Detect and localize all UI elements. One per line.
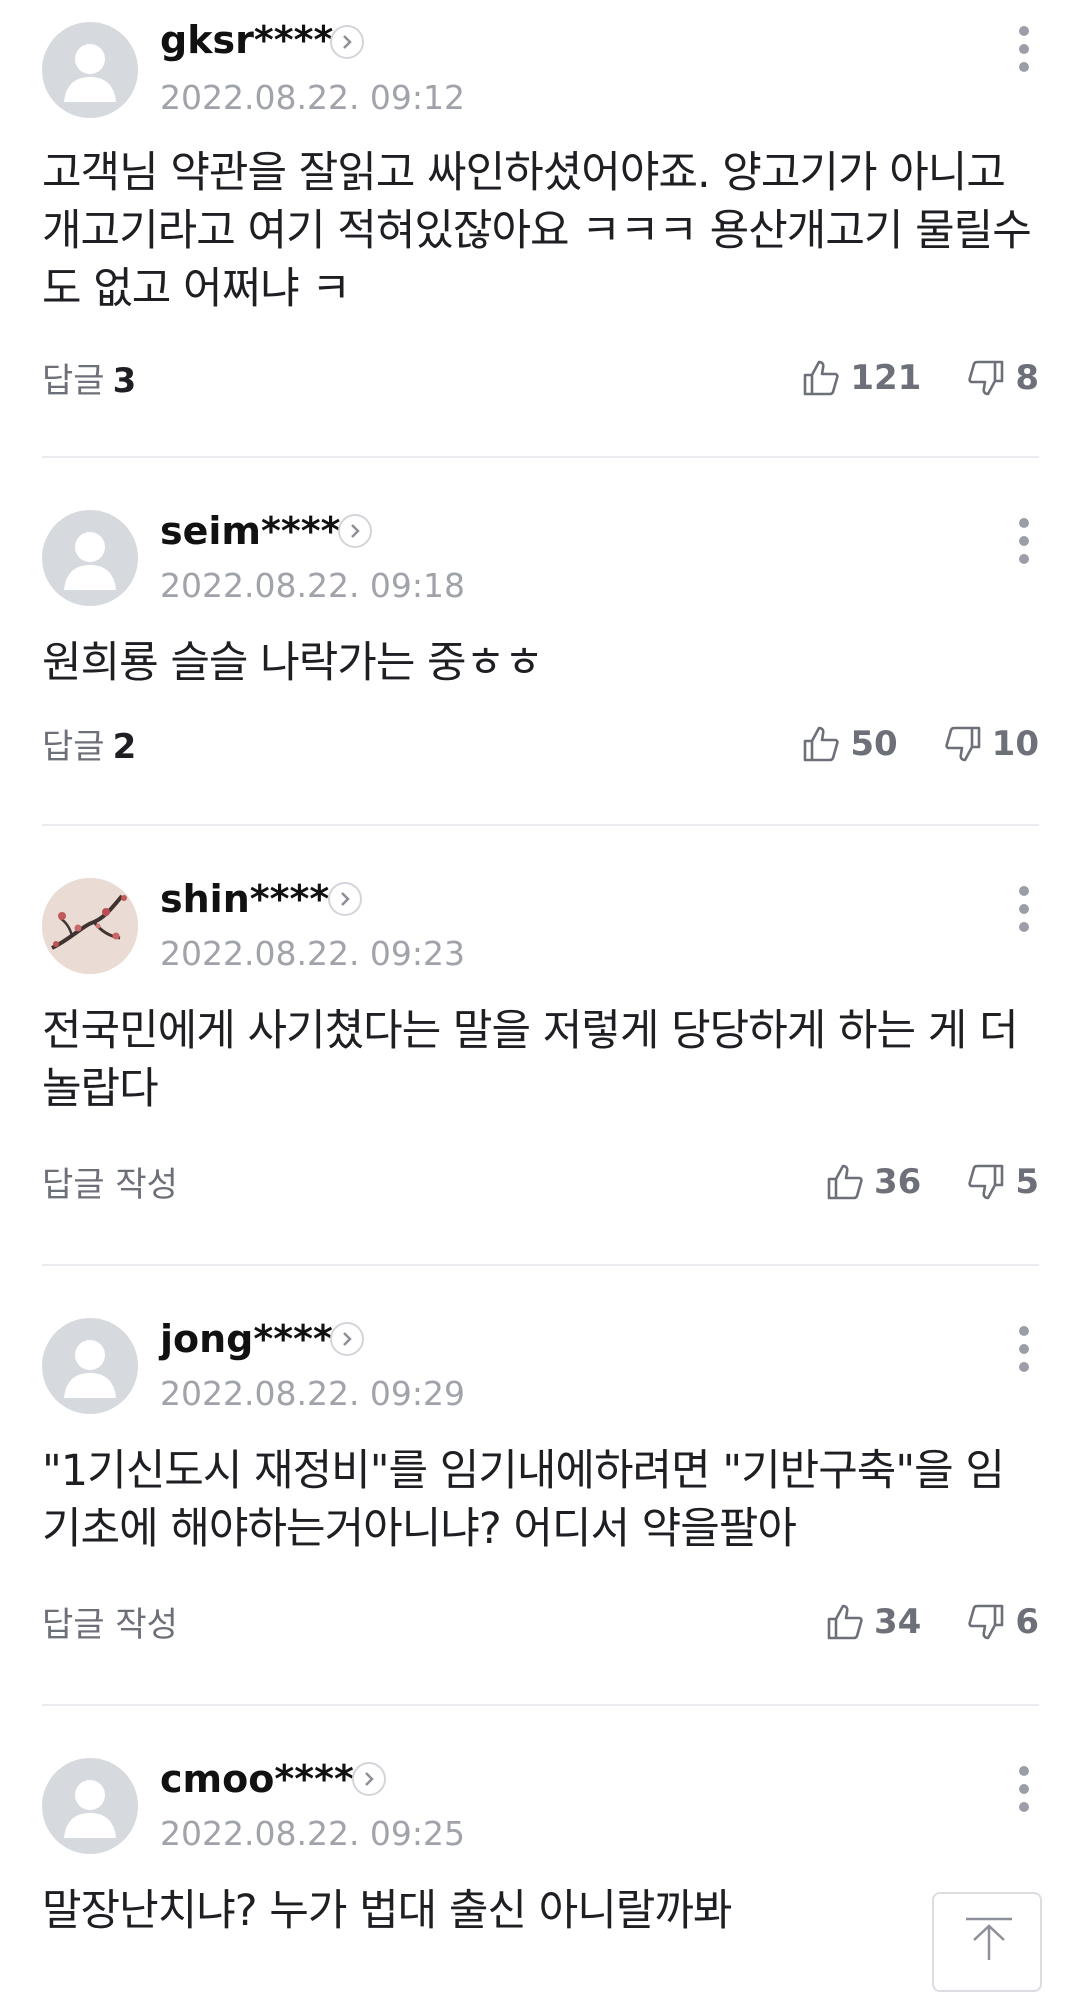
nickname[interactable]: shin**** [160, 876, 329, 922]
nickname[interactable]: seim**** [160, 508, 341, 554]
comment-item: gksr**** 2022.08.22. 09:12 고객님 약관을 잘읽고 싸… [42, 0, 1039, 458]
like-button[interactable]: 50 [802, 724, 898, 764]
comment-text: 전국민에게 사기쳤다는 말을 저렇게 당당하게 하는 게 더 놀랍다 [42, 1006, 1019, 1114]
avatar[interactable] [42, 1318, 138, 1414]
comment-item: seim**** 2022.08.22. 09:18 원희룡 슬슬 나락가는 중… [42, 458, 1039, 826]
thumbs-up-icon [827, 1604, 863, 1640]
profile-arrow-icon[interactable] [328, 882, 362, 916]
more-options-icon[interactable] [1009, 1326, 1039, 1376]
dislike-count: 6 [1015, 1602, 1039, 1642]
thumbs-up-icon [804, 726, 840, 762]
avatar[interactable] [42, 1758, 138, 1854]
reply-label: 답글 작성 [42, 1165, 178, 1205]
comment-date: 2022.08.22. 09:12 [160, 78, 466, 117]
profile-arrow-icon[interactable] [330, 1322, 364, 1356]
comment-date: 2022.08.22. 09:18 [160, 566, 466, 605]
thumbs-up-icon [827, 1164, 863, 1200]
comment-date: 2022.08.22. 09:25 [160, 1814, 466, 1853]
comment-list: gksr**** 2022.08.22. 09:12 고객님 약관을 잘읽고 싸… [42, 0, 1039, 1966]
default-avatar-icon [64, 532, 116, 590]
dislike-count: 5 [1015, 1162, 1039, 1202]
comment-text: 말장난치냐? 누가 법대 출신 아니랄까봐 [42, 1886, 732, 1936]
scroll-to-top-button[interactable] [932, 1892, 1042, 1992]
like-button[interactable]: 36 [826, 1162, 921, 1202]
thumbs-down-icon [968, 360, 1004, 396]
avatar[interactable] [42, 510, 138, 606]
reply-label: 답글 작성 [42, 1605, 178, 1645]
reply-count: 2 [112, 727, 137, 767]
dislike-count: 10 [991, 724, 1039, 764]
dislike-button[interactable]: 5 [967, 1162, 1039, 1202]
more-options-icon[interactable] [1009, 26, 1039, 76]
comment-item: shin**** 2022.08.22. 09:23 전국민에게 사기쳤다는 말… [42, 826, 1039, 1266]
comment-item: jong**** 2022.08.22. 09:29 "1기신도시 재정비"를 … [42, 1266, 1039, 1706]
comment-text: 고객님 약관을 잘읽고 싸인하셨어야죠. 양고기가 아니고 개고기라고 여기 적… [42, 148, 1032, 314]
reply-button[interactable]: 답글 작성 [42, 1164, 186, 1206]
dislike-count: 8 [1015, 358, 1039, 398]
reply-label: 답글 [42, 361, 105, 401]
vote-bar: 36 5 [826, 1161, 1039, 1203]
reply-button[interactable]: 답글 작성 [42, 1604, 186, 1646]
profile-arrow-icon[interactable] [338, 514, 372, 548]
dislike-button[interactable]: 6 [967, 1602, 1039, 1642]
avatar[interactable] [42, 878, 138, 974]
vote-bar: 34 6 [826, 1601, 1039, 1643]
thumbs-down-icon [944, 726, 980, 762]
like-count: 121 [850, 358, 922, 398]
more-options-icon[interactable] [1009, 1766, 1039, 1816]
vote-bar: 50 10 [802, 723, 1039, 765]
nickname[interactable]: cmoo**** [160, 1756, 354, 1802]
comment-item: cmoo**** 2022.08.22. 09:25 말장난치냐? 누가 법대 … [42, 1706, 1039, 1966]
default-avatar-icon [64, 1340, 116, 1398]
default-avatar-icon [64, 44, 116, 102]
comment-text: 원희룡 슬슬 나락가는 중ㅎㅎ [42, 638, 544, 688]
vote-bar: 121 8 [802, 357, 1039, 399]
plum-blossom-avatar-icon [42, 878, 138, 974]
default-avatar-icon [64, 1780, 116, 1838]
avatar[interactable] [42, 22, 138, 118]
reply-button[interactable]: 답글 3 [42, 360, 136, 402]
more-options-icon[interactable] [1009, 518, 1039, 568]
like-button[interactable]: 34 [826, 1602, 921, 1642]
comment-date: 2022.08.22. 09:23 [160, 934, 466, 973]
arrow-up-icon [966, 1917, 1012, 1960]
thumbs-up-icon [804, 360, 840, 396]
comment-text: "1기신도시 재정비"를 임기내에하려면 "기반구축"을 임기초에 해야하는거아… [42, 1446, 1005, 1554]
like-count: 34 [874, 1602, 922, 1642]
reply-button[interactable]: 답글 2 [42, 726, 136, 768]
comment-date: 2022.08.22. 09:29 [160, 1374, 466, 1413]
thumbs-down-icon [968, 1164, 1004, 1200]
nickname[interactable]: jong**** [160, 1316, 333, 1362]
reply-count: 3 [112, 361, 137, 401]
nickname[interactable]: gksr**** [160, 17, 333, 63]
like-count: 50 [850, 724, 898, 764]
dislike-button[interactable]: 10 [944, 724, 1039, 764]
like-count: 36 [874, 1162, 922, 1202]
reply-label: 답글 [42, 727, 105, 767]
profile-arrow-icon[interactable] [352, 1762, 386, 1796]
like-button[interactable]: 121 [802, 358, 921, 398]
dislike-button[interactable]: 8 [967, 358, 1039, 398]
profile-arrow-icon[interactable] [330, 25, 364, 59]
thumbs-down-icon [968, 1604, 1004, 1640]
more-options-icon[interactable] [1009, 886, 1039, 936]
